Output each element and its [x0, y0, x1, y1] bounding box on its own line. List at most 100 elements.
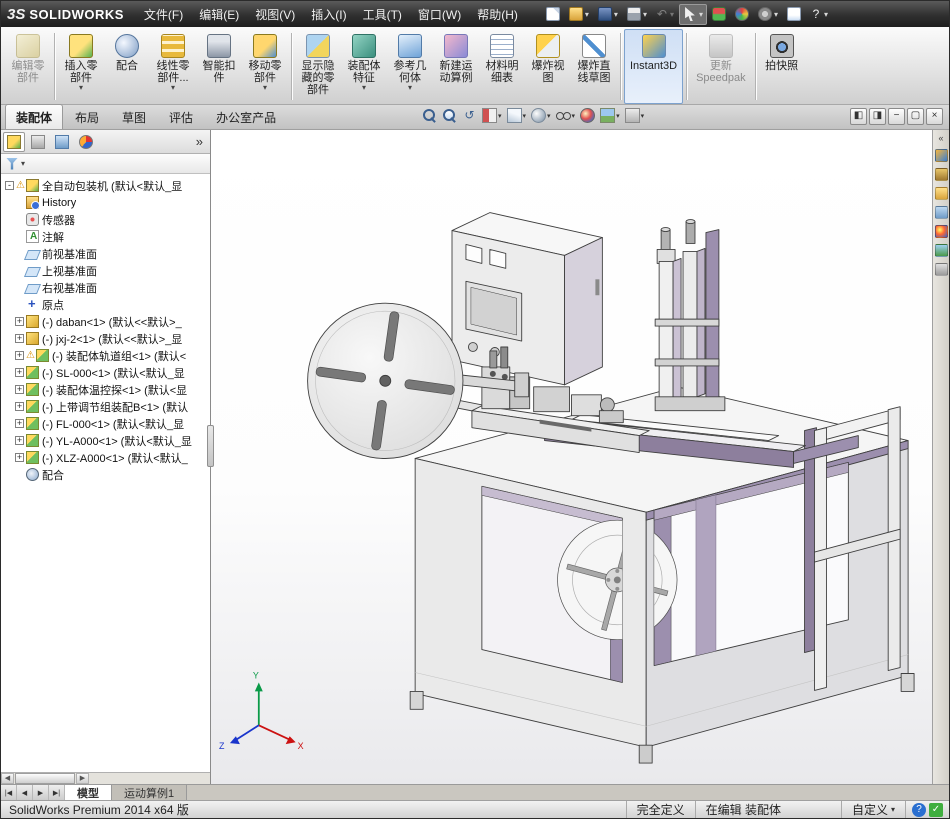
- tree-item[interactable]: + (-) jxj-2<1> (默认<<默认>_显: [3, 330, 210, 347]
- rebuild-button[interactable]: [708, 4, 730, 25]
- menu-item[interactable]: 视图(V): [247, 2, 303, 27]
- instant3d-button[interactable]: Instant3D: [624, 29, 684, 104]
- command-tab[interactable]: 办公室产品: [205, 104, 287, 129]
- tree-item[interactable]: + (-) SL-000<1> (默认<默认_显: [3, 364, 210, 381]
- zoom-fit-button[interactable]: [421, 107, 438, 124]
- apply-scene-button[interactable]: ▾: [599, 107, 621, 124]
- zoom-area-button[interactable]: [441, 107, 458, 124]
- insert-components-button[interactable]: 插入零 部件 ▾: [58, 29, 104, 104]
- menu-item[interactable]: 窗口(W): [410, 2, 469, 27]
- menu-item[interactable]: 帮助(H): [469, 2, 526, 27]
- command-tab[interactable]: 评估: [158, 104, 204, 129]
- menu-item[interactable]: 插入(I): [303, 2, 354, 27]
- open-file-button[interactable]: ▾: [565, 4, 593, 25]
- tree-item[interactable]: History: [3, 194, 210, 211]
- section-view-button[interactable]: ▾: [481, 107, 503, 124]
- design-library-icon[interactable]: [934, 168, 948, 181]
- propertymanager-tab[interactable]: [27, 132, 49, 152]
- menu-item[interactable]: 编辑(E): [191, 2, 247, 27]
- move-component-button[interactable]: 移动零 部件 ▾: [242, 29, 288, 104]
- panel-resize-grip[interactable]: [207, 425, 214, 467]
- bill-of-materials-button[interactable]: 材料明 细表: [479, 29, 525, 104]
- hide-show-items-button[interactable]: ▾: [555, 107, 577, 124]
- assembly-features-button[interactable]: 装配体 特征 ▾: [341, 29, 387, 104]
- mate-button[interactable]: 配合: [104, 29, 150, 104]
- show-hidden-components-button[interactable]: 显示隐 藏的零 部件: [295, 29, 341, 104]
- tree-item[interactable]: 配合: [3, 466, 210, 483]
- expand-toggle[interactable]: +: [15, 419, 24, 428]
- expand-toggle[interactable]: +: [15, 436, 24, 445]
- tree-item[interactable]: 原点: [3, 296, 210, 313]
- configurationmanager-tab[interactable]: [51, 132, 73, 152]
- custom-properties-icon[interactable]: [934, 263, 948, 276]
- expand-toggle[interactable]: +: [15, 385, 24, 394]
- tree-item[interactable]: - ⚠ 全自动包装机 (默认<默认_显: [3, 177, 210, 194]
- edit-appearance-button[interactable]: [731, 4, 753, 25]
- expand-toggle[interactable]: +: [15, 368, 24, 377]
- help-icon[interactable]: ?: [912, 802, 926, 817]
- expand-toggle[interactable]: +: [15, 351, 24, 360]
- panel-expand-chevron[interactable]: »: [191, 134, 208, 149]
- explode-line-sketch-button[interactable]: 爆炸直 线草图: [571, 29, 617, 104]
- tree-item[interactable]: + (-) 装配体温控探<1> (默认<显: [3, 381, 210, 398]
- sheet-tab[interactable]: 运动算例1: [112, 785, 188, 800]
- sheet-nav-button[interactable]: |◀: [1, 785, 17, 800]
- previous-view-button[interactable]: ↺: [461, 107, 478, 124]
- expand-toggle[interactable]: +: [15, 334, 24, 343]
- custom-toolbar-dropdown[interactable]: 自定义 ▾: [840, 801, 905, 818]
- tree-item[interactable]: + (-) daban<1> (默认<<默认>_: [3, 313, 210, 330]
- tree-item[interactable]: + (-) FL-000<1> (默认<默认_显: [3, 415, 210, 432]
- tree-item[interactable]: 右视基准面: [3, 279, 210, 296]
- task-pane-collapse-icon[interactable]: «: [938, 134, 943, 143]
- tree-item[interactable]: 传感器: [3, 211, 210, 228]
- resources-icon[interactable]: [934, 149, 948, 162]
- scroll-left-arrow[interactable]: ◀: [1, 773, 14, 784]
- print-button[interactable]: ▾: [623, 4, 651, 25]
- tree-item[interactable]: 前视基准面: [3, 245, 210, 262]
- expand-toggle[interactable]: +: [15, 317, 24, 326]
- expand-toggle[interactable]: +: [15, 453, 24, 462]
- sheet-nav-button[interactable]: ▶|: [49, 785, 65, 800]
- command-tab[interactable]: 布局: [64, 104, 110, 129]
- tree-filter-row[interactable]: ▾: [1, 154, 210, 174]
- options-button[interactable]: ▾: [754, 4, 782, 25]
- viewport[interactable]: Y X Z: [211, 130, 932, 784]
- tree-item[interactable]: 上视基准面: [3, 262, 210, 279]
- view-orientation-button[interactable]: ▾: [506, 107, 528, 124]
- scroll-thumb[interactable]: [15, 773, 75, 784]
- tree-item[interactable]: 注解: [3, 228, 210, 245]
- new-motion-study-button[interactable]: 新建运 动算例: [433, 29, 479, 104]
- tree-item[interactable]: + (-) XLZ-A000<1> (默认<默认_: [3, 449, 210, 466]
- expand-toggle[interactable]: -: [5, 181, 14, 190]
- display-style-button[interactable]: ▾: [530, 107, 552, 124]
- new-file-button[interactable]: [542, 4, 564, 25]
- menu-item[interactable]: 文件(F): [136, 2, 191, 27]
- file-properties-button[interactable]: [783, 4, 805, 25]
- expand-toggle[interactable]: +: [15, 402, 24, 411]
- take-snapshot-button[interactable]: 拍快照: [759, 29, 805, 104]
- featuremanager-tab[interactable]: [3, 131, 25, 152]
- display-pane-right-button[interactable]: ◨: [869, 108, 886, 125]
- command-tab[interactable]: 装配体: [5, 104, 64, 129]
- tree-item[interactable]: + ⚠ (-) 装配体轨道组<1> (默认<: [3, 347, 210, 364]
- select-button[interactable]: ▾: [678, 3, 707, 25]
- sheet-tab[interactable]: 模型: [65, 785, 112, 800]
- sheet-nav-button[interactable]: ▶: [33, 785, 49, 800]
- status-check-icon[interactable]: ✓: [929, 802, 943, 817]
- save-button[interactable]: ▾: [594, 4, 622, 25]
- appearances-icon[interactable]: [934, 225, 948, 238]
- displaymanager-tab[interactable]: [75, 132, 97, 152]
- edit-component-button[interactable]: 编辑零 部件: [5, 29, 51, 104]
- help-button[interactable]: ? ▾: [806, 4, 832, 25]
- restore-button[interactable]: ▢: [907, 108, 924, 125]
- minimize-button[interactable]: −: [888, 108, 905, 125]
- file-explorer-icon[interactable]: [934, 187, 948, 200]
- command-tab[interactable]: 草图: [111, 104, 157, 129]
- menu-item[interactable]: 工具(T): [355, 2, 410, 27]
- sheet-nav-button[interactable]: ◀: [17, 785, 33, 800]
- smart-fasteners-button[interactable]: 智能扣件: [196, 29, 242, 104]
- scroll-right-arrow[interactable]: ▶: [76, 773, 89, 784]
- close-button[interactable]: ×: [926, 108, 943, 125]
- linear-component-pattern-button[interactable]: 线性零 部件... ▾: [150, 29, 196, 104]
- reference-geometry-button[interactable]: 参考几 何体 ▾: [387, 29, 433, 104]
